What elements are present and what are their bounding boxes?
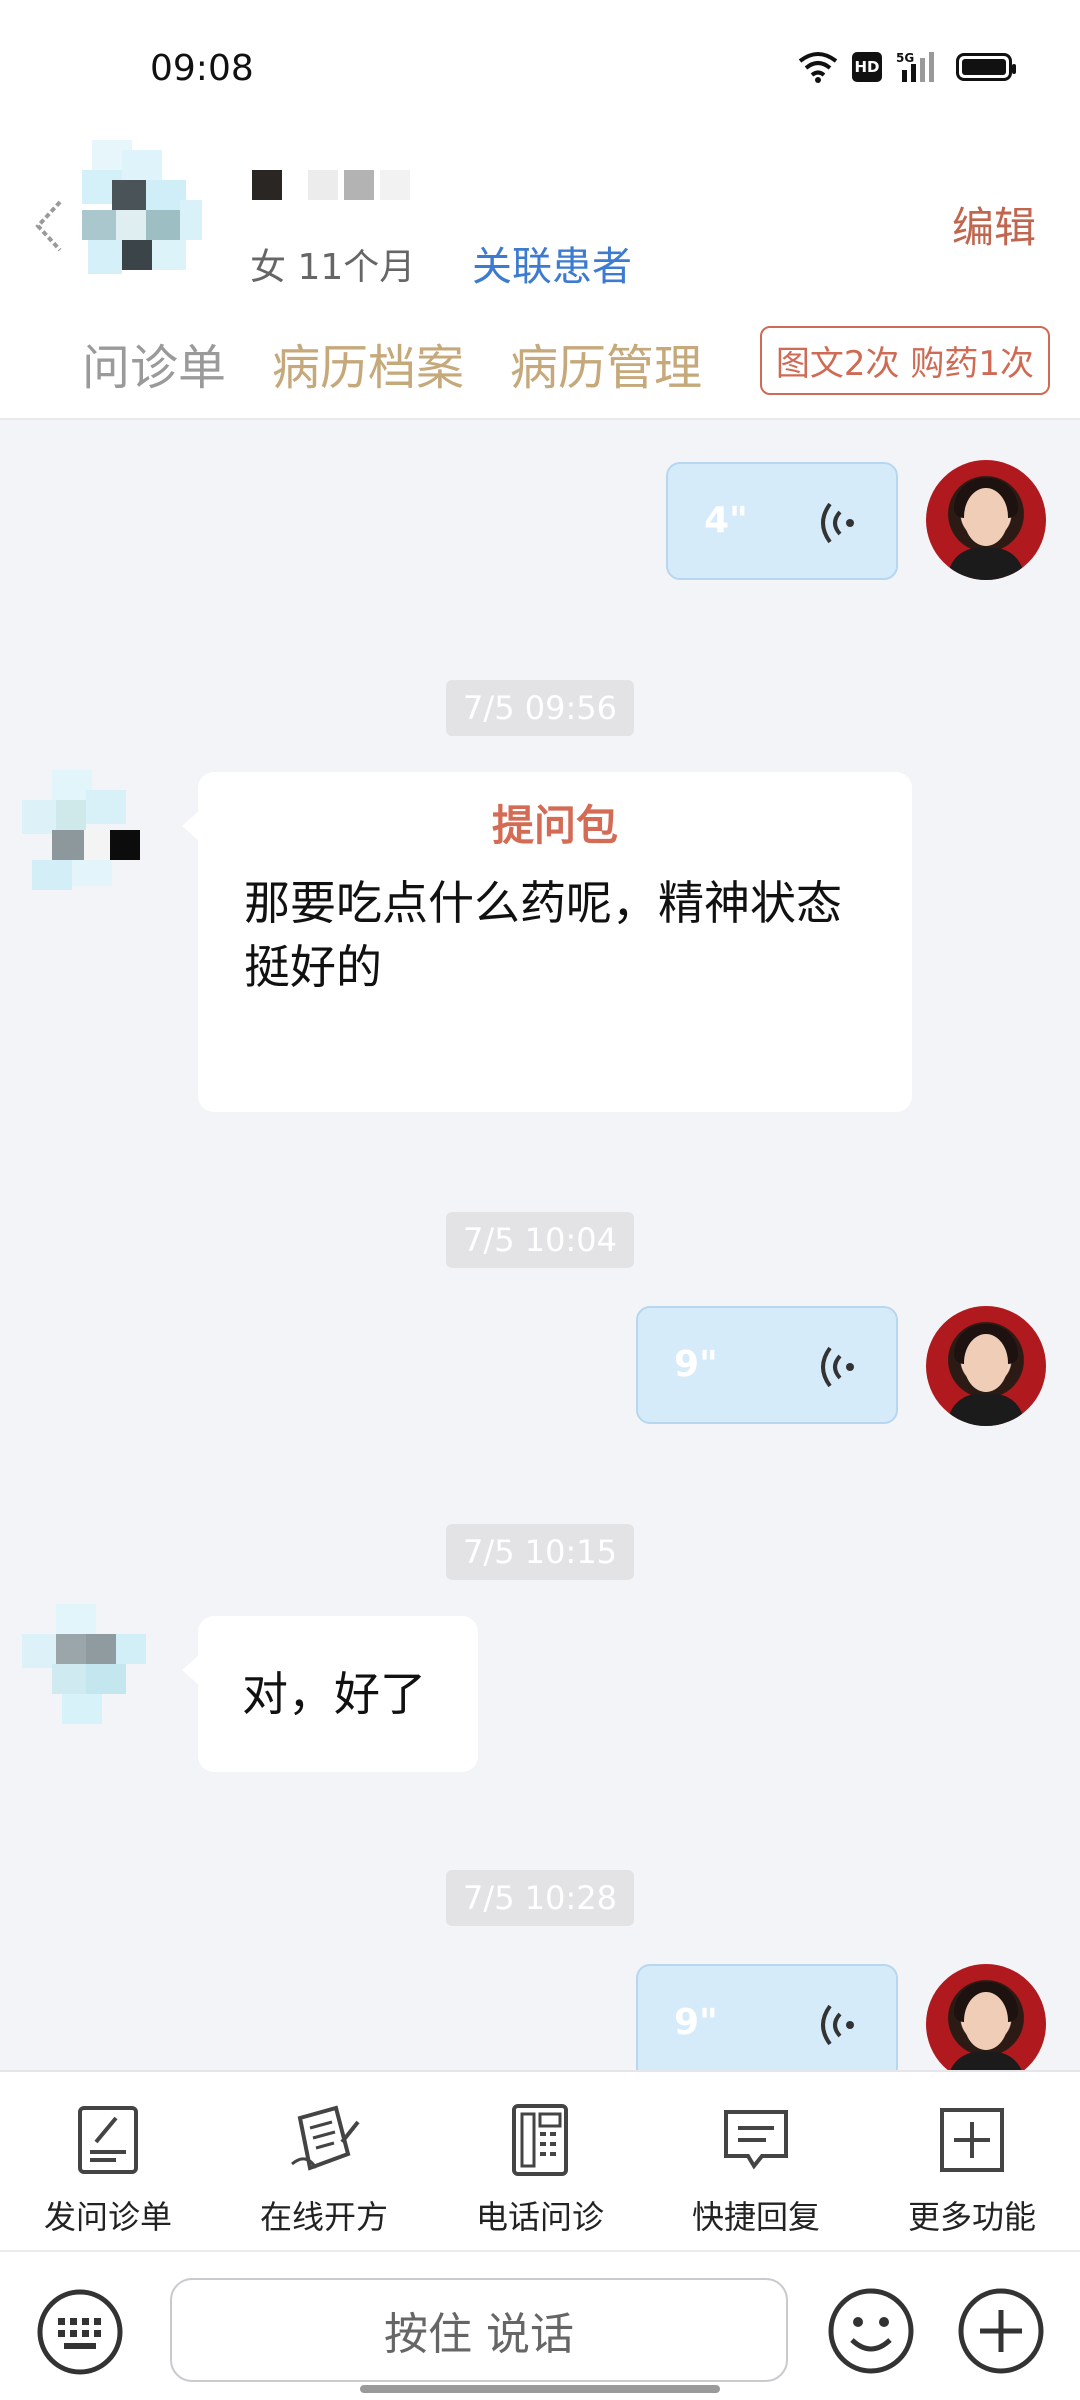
patient-name-blurred — [252, 170, 410, 200]
phone-icon — [512, 2104, 568, 2176]
input-bar: 按住 说话 — [0, 2250, 1080, 2400]
doctor-avatar[interactable] — [926, 1306, 1046, 1426]
more-icon — [940, 2108, 1004, 2172]
voice-wave-icon — [821, 502, 854, 544]
timestamp: 7/5 10:15 — [446, 1524, 634, 1580]
voice-duration: 9" — [674, 2002, 718, 2043]
keyboard-icon[interactable] — [36, 2288, 124, 2376]
voice-duration: 9" — [674, 1344, 718, 1385]
status-time: 09:08 — [150, 48, 254, 89]
patient-avatar[interactable] — [82, 140, 202, 280]
wifi-icon — [798, 52, 838, 83]
signal-5g-icon: 5G — [896, 51, 934, 82]
form-icon — [78, 2106, 138, 2174]
home-indicator[interactable] — [360, 2385, 720, 2393]
patient-avatar-small[interactable] — [22, 770, 152, 890]
tool-label: 更多功能 — [907, 2198, 1036, 2236]
phone-consult-button[interactable]: 电话问诊 — [432, 2072, 648, 2250]
voice-wave-icon — [821, 2004, 854, 2046]
timestamp: 7/5 09:56 — [446, 680, 634, 736]
tool-label: 在线开方 — [259, 2198, 388, 2236]
link-patient-button[interactable]: 关联患者 — [472, 234, 632, 292]
battery-icon — [956, 53, 1016, 81]
message-text: 对，好了 — [242, 1667, 426, 1721]
prescription-icon — [291, 2105, 360, 2171]
timestamp: 7/5 10:04 — [446, 1212, 634, 1268]
tab-record-management[interactable]: 病历管理 — [510, 328, 702, 398]
patient-gender-age: 女 11个月 — [250, 247, 416, 288]
status-bar: 09:08 HD 5G — [0, 0, 1080, 130]
tab-medical-records[interactable]: 病历档案 — [272, 328, 464, 398]
patient-avatar-small[interactable] — [22, 1604, 152, 1724]
voice-message[interactable]: 4" — [666, 462, 898, 580]
edit-button[interactable]: 编辑 — [952, 194, 1036, 255]
quick-reply-button[interactable]: 快捷回复 — [648, 2072, 864, 2250]
question-pack-title: 提问包 — [491, 801, 618, 850]
chat-header: 女 11个月 关联患者 编辑 问诊单 病历档案 病历管理 图文2次 购药1次 — [0, 130, 1080, 420]
voice-wave-icon — [821, 1346, 854, 1388]
tab-consult-form[interactable]: 问诊单 — [82, 328, 226, 398]
tool-label: 电话问诊 — [475, 2198, 604, 2236]
more-functions-button[interactable]: 更多功能 — [864, 2072, 1080, 2250]
message-text: 那要吃点什么药呢，精神状态挺好的 — [244, 876, 842, 994]
svg-text:5G: 5G — [896, 51, 914, 65]
service-count-badge: 图文2次 购药1次 — [759, 326, 1050, 395]
voice-message[interactable]: 9" — [636, 1964, 898, 2082]
voice-duration: 4" — [704, 500, 748, 541]
emoji-icon[interactable] — [826, 2286, 916, 2376]
timestamp: 7/5 10:28 — [446, 1870, 634, 1926]
status-icons: HD 5G — [798, 50, 1016, 84]
back-arrow-icon[interactable] — [30, 196, 70, 256]
hd-icon: HD — [852, 52, 882, 82]
tool-label: 快捷回复 — [691, 2198, 820, 2236]
tool-label: 发问诊单 — [43, 2198, 172, 2236]
doctor-avatar[interactable] — [926, 460, 1046, 580]
send-consult-form-button[interactable]: 发问诊单 — [0, 2072, 216, 2250]
hold-to-talk-button[interactable]: 按住 说话 — [170, 2278, 788, 2382]
doctor-avatar[interactable] — [926, 1964, 1046, 2084]
online-prescription-button[interactable]: 在线开方 — [216, 2072, 432, 2250]
text-message-bubble[interactable]: 对，好了 — [182, 1616, 478, 1772]
function-toolbar: 发问诊单 在线开方 电话问诊 快捷回复 更多功能 — [0, 2070, 1080, 2250]
question-pack-bubble[interactable]: 提问包 那要吃点什么药呢，精神状态挺好的 — [182, 772, 912, 1112]
voice-message[interactable]: 9" — [636, 1306, 898, 1424]
plus-icon[interactable] — [956, 2286, 1046, 2376]
header-tabs: 问诊单 病历档案 病历管理 — [82, 328, 702, 398]
quick-reply-icon — [724, 2110, 788, 2170]
